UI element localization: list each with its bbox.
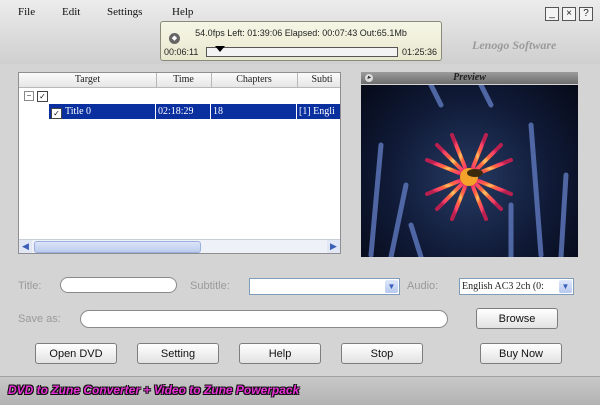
chevron-down-icon[interactable]: ▼ — [385, 280, 398, 293]
audio-select-value: English AC3 2ch (0: — [462, 281, 544, 292]
title-label: Title: — [18, 280, 42, 292]
progress-slider[interactable] — [206, 46, 398, 57]
help-window-button[interactable]: ? — [579, 7, 593, 21]
title-list[interactable]: Target Time Chapters Subti − ✓ ✓ Title 0 … — [18, 72, 341, 254]
audio-label: Audio: — [407, 280, 439, 292]
column-target[interactable]: Target — [19, 73, 157, 87]
row-subtitle: [1] Engli — [297, 104, 340, 119]
column-subtitle[interactable]: Subti — [297, 73, 340, 87]
preview-image — [361, 85, 578, 257]
column-chapters[interactable]: Chapters — [211, 73, 298, 87]
title-input[interactable] — [60, 277, 177, 293]
preview-header: ▸ Preview — [361, 72, 578, 84]
subtitle-label: Subtitle: — [190, 280, 230, 292]
column-time[interactable]: Time — [156, 73, 212, 87]
progress-thumb-icon[interactable] — [215, 46, 226, 52]
preview-toggle-icon[interactable]: ▸ — [365, 74, 373, 82]
tree-root-row[interactable]: − ✓ — [19, 89, 340, 103]
menu-edit[interactable]: Edit — [62, 6, 80, 18]
footer-bar: DVD to Zune Converter + Video to Zune Po… — [0, 376, 600, 405]
setting-button[interactable]: Setting — [137, 343, 219, 364]
horizontal-scrollbar[interactable]: ◀ ▶ — [19, 239, 340, 253]
scroll-left-icon[interactable]: ◀ — [19, 240, 32, 253]
audio-select[interactable]: English AC3 2ch (0: ▼ — [459, 278, 574, 295]
current-time: 00:06:11 — [164, 47, 199, 57]
menu-file[interactable]: File — [18, 6, 35, 18]
chevron-down-icon[interactable]: ▼ — [559, 280, 572, 293]
encode-status-text: 54.0fps Left: 01:39:06 Elapsed: 00:07:43… — [195, 28, 407, 38]
stop-button[interactable]: Stop — [341, 343, 423, 364]
preview-title: Preview — [453, 72, 486, 83]
brand-logo: Lenogo Software — [472, 38, 557, 52]
row-target: Title 0 — [65, 106, 92, 117]
menu-help[interactable]: Help — [172, 6, 193, 18]
save-as-label: Save as: — [18, 313, 61, 325]
scroll-right-icon[interactable]: ▶ — [327, 240, 340, 253]
flower-picture — [368, 85, 569, 257]
row-time: 02:18:29 — [156, 104, 211, 119]
open-dvd-button[interactable]: Open DVD — [35, 343, 117, 364]
status-panel: ◆ 54.0fps Left: 01:39:06 Elapsed: 00:07:… — [160, 21, 442, 61]
subtitle-select[interactable]: ▼ — [249, 278, 400, 295]
root-checkbox[interactable]: ✓ — [37, 91, 48, 102]
menu-settings[interactable]: Settings — [107, 6, 142, 18]
product-name: DVD to Zune Converter + Video to Zune Po… — [8, 383, 300, 397]
row-chapters: 18 — [211, 104, 297, 119]
table-row[interactable]: ✓ Title 0 02:18:29 18 [1] Engli — [19, 104, 340, 119]
row-checkbox[interactable]: ✓ — [51, 108, 62, 119]
scroll-thumb[interactable] — [34, 241, 201, 253]
help-button[interactable]: Help — [239, 343, 321, 364]
browse-button[interactable]: Browse — [476, 308, 558, 329]
close-button[interactable]: × — [562, 7, 576, 21]
buy-now-button[interactable]: Buy Now — [480, 343, 562, 364]
collapse-icon[interactable]: − — [24, 91, 34, 101]
list-header: Target Time Chapters Subti — [19, 73, 340, 88]
minimize-button[interactable]: _ — [545, 7, 559, 21]
save-as-input[interactable] — [80, 310, 448, 328]
total-time: 01:25:36 — [401, 47, 437, 57]
